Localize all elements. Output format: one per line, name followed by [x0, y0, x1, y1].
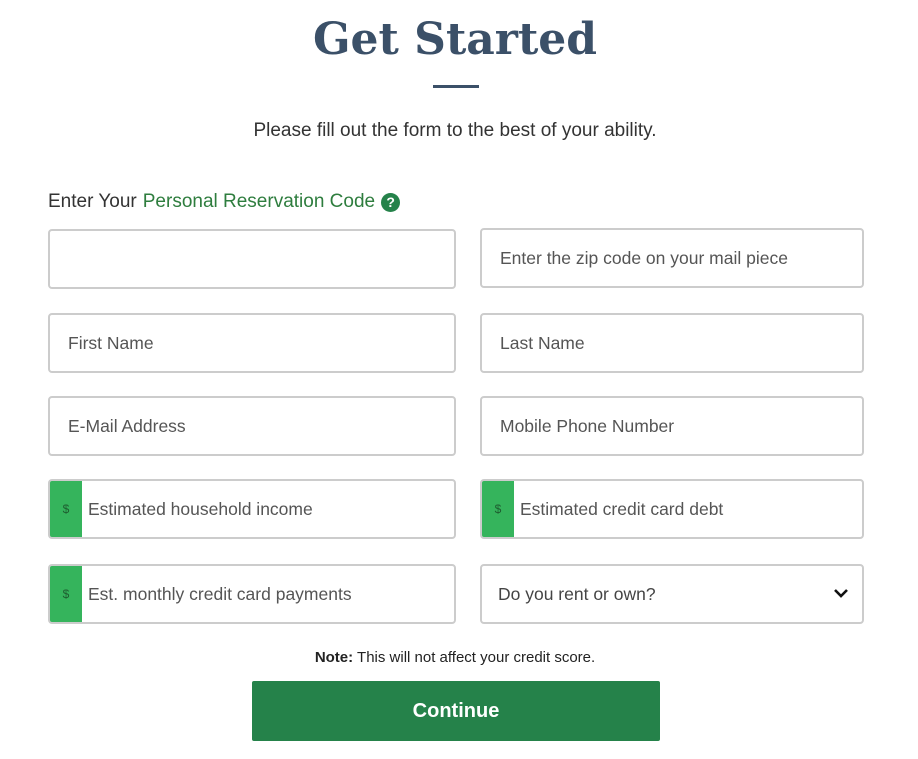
first-name-placeholder: First Name	[68, 332, 154, 353]
email-placeholder: E-Mail Address	[68, 415, 186, 436]
chevron-down-icon	[834, 589, 848, 598]
question-circle-icon[interactable]: ?	[381, 192, 401, 212]
title-divider	[433, 85, 479, 88]
continue-button[interactable]: Continue	[252, 681, 660, 741]
reservation-code-label: Enter Your Personal Reservation Code ?	[48, 191, 401, 213]
label-prefix: Enter Your	[48, 191, 137, 212]
credit-note: Note: This will not affect your credit s…	[314, 649, 596, 666]
zip-input[interactable]: Enter the zip code on your mail piece	[480, 228, 864, 288]
reservation-code-input[interactable]	[48, 229, 456, 289]
payments-input[interactable]: $ Est. monthly credit card payments	[48, 564, 456, 624]
payments-placeholder: Est. monthly credit card payments	[88, 583, 352, 604]
debt-input[interactable]: $ Estimated credit card debt	[480, 479, 864, 539]
rent-own-value: Do you rent or own?	[498, 583, 656, 604]
zip-placeholder: Enter the zip code on your mail piece	[500, 247, 788, 268]
income-placeholder: Estimated household income	[88, 498, 313, 519]
subtitle: Please fill out the form to the best of …	[253, 120, 657, 141]
reservation-code-link[interactable]: Personal Reservation Code	[143, 191, 375, 213]
email-input[interactable]: E-Mail Address	[48, 396, 456, 456]
last-name-input[interactable]: Last Name	[480, 313, 864, 373]
debt-placeholder: Estimated credit card debt	[520, 498, 724, 519]
last-name-placeholder: Last Name	[500, 332, 585, 353]
phone-input[interactable]: Mobile Phone Number	[480, 396, 864, 456]
dollar-icon: $	[482, 481, 514, 537]
page-title: Get Started	[312, 14, 598, 65]
phone-placeholder: Mobile Phone Number	[500, 415, 675, 436]
first-name-input[interactable]: First Name	[48, 313, 456, 373]
income-input[interactable]: $ Estimated household income	[48, 479, 456, 539]
dollar-icon: $	[50, 566, 82, 622]
dollar-icon: $	[50, 481, 82, 537]
rent-own-select[interactable]: Do you rent or own?	[480, 564, 864, 624]
